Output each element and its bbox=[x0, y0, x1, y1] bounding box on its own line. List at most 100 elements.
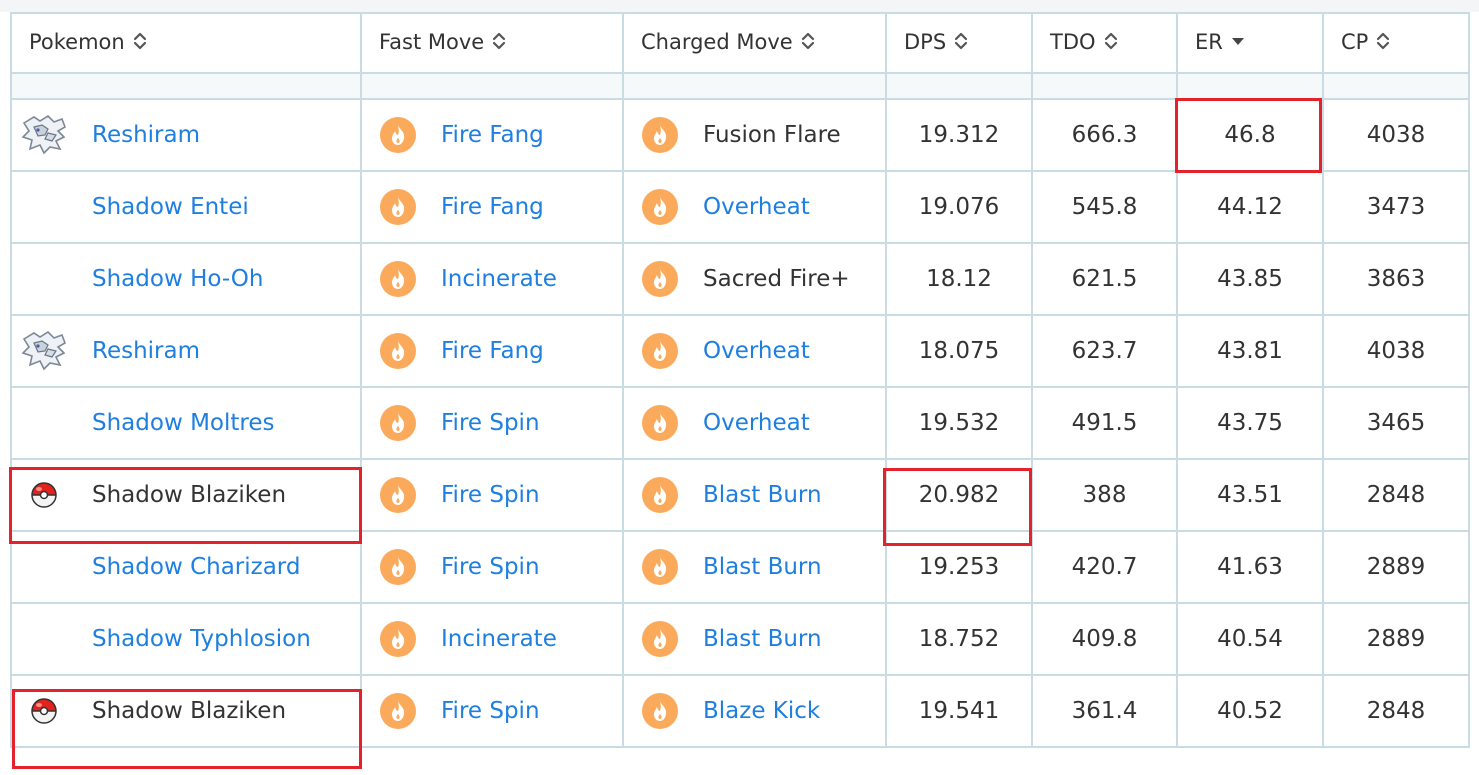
column-header-label: Charged Move bbox=[641, 30, 793, 55]
pokemon-cell: Shadow Entei bbox=[10, 170, 362, 244]
charged-move-link[interactable]: Blast Burn bbox=[703, 482, 822, 508]
tdo-value: 409.8 bbox=[1031, 602, 1178, 676]
charged-move-cell: Fusion Flare bbox=[622, 98, 887, 172]
pokemon-cell: Shadow Moltres bbox=[10, 386, 362, 460]
dps-value: 19.312 bbox=[885, 98, 1033, 172]
fast-move-link[interactable]: Fire Spin bbox=[441, 554, 540, 580]
fire-type-icon bbox=[380, 477, 416, 513]
er-value: 43.81 bbox=[1176, 314, 1324, 388]
fast-move-link[interactable]: Incinerate bbox=[441, 626, 557, 652]
column-header-er[interactable]: ER bbox=[1176, 12, 1324, 74]
fire-type-icon bbox=[642, 549, 678, 585]
pokemon-cell: Reshiram bbox=[10, 314, 362, 388]
charged-move-cell: Blaze Kick bbox=[622, 674, 887, 748]
fire-type-icon bbox=[642, 621, 678, 657]
dps-value: 18.12 bbox=[885, 242, 1033, 316]
fire-type-icon bbox=[642, 477, 678, 513]
charged-move-link[interactable]: Overheat bbox=[703, 410, 810, 436]
charged-move-link[interactable]: Blaze Kick bbox=[703, 698, 820, 724]
sort-icon[interactable] bbox=[954, 31, 968, 56]
sort-icon[interactable] bbox=[1104, 31, 1118, 56]
pokemon-cell: Reshiram bbox=[10, 98, 362, 172]
charged-move-cell: Overheat bbox=[622, 170, 887, 244]
tdo-value: 666.3 bbox=[1031, 98, 1178, 172]
column-header-charged-move[interactable]: Charged Move bbox=[622, 12, 887, 74]
fast-move-cell: Fire Spin bbox=[360, 530, 624, 604]
fast-move-cell: Fire Fang bbox=[360, 314, 624, 388]
pokemon-name: Shadow Blaziken bbox=[92, 698, 287, 724]
fast-move-link[interactable]: Incinerate bbox=[441, 266, 557, 292]
tdo-value: 491.5 bbox=[1031, 386, 1178, 460]
column-header-label: TDO bbox=[1050, 30, 1096, 55]
pokeball-icon bbox=[13, 677, 76, 745]
charged-move-link[interactable]: Overheat bbox=[703, 194, 810, 220]
filter-row bbox=[10, 72, 1470, 100]
sort-icon[interactable] bbox=[801, 31, 815, 56]
pokemon-link[interactable]: Reshiram bbox=[92, 338, 200, 364]
fast-move-link[interactable]: Fire Fang bbox=[441, 338, 544, 364]
fire-type-icon bbox=[380, 189, 416, 225]
reshiram-sprite-icon bbox=[13, 317, 76, 385]
table-row: Shadow Blaziken Fire Spin Blast Burn 20.982… bbox=[10, 458, 1470, 532]
cp-value: 2848 bbox=[1322, 458, 1470, 532]
pokeball-icon bbox=[13, 461, 76, 529]
column-header-cp[interactable]: CP bbox=[1322, 12, 1470, 74]
pokemon-link[interactable]: Shadow Moltres bbox=[92, 410, 274, 436]
pokemon-icon-placeholder bbox=[13, 173, 76, 241]
pokemon-link[interactable]: Shadow Typhlosion bbox=[92, 626, 311, 652]
table-header: Pokemon Fast Move Charged Move DPS TDO ER CP bbox=[10, 12, 1470, 74]
pokemon-cell: Shadow Blaziken bbox=[10, 458, 362, 532]
ranking-table: Pokemon Fast Move Charged Move DPS TDO ER CP R… bbox=[10, 12, 1470, 748]
charged-move-name: Fusion Flare bbox=[703, 122, 841, 148]
dps-value: 19.532 bbox=[885, 386, 1033, 460]
charged-move-cell: Blast Burn bbox=[622, 530, 887, 604]
tdo-value: 623.7 bbox=[1031, 314, 1178, 388]
er-value: 44.12 bbox=[1176, 170, 1324, 244]
fire-type-icon bbox=[642, 693, 678, 729]
cp-value: 4038 bbox=[1322, 314, 1470, 388]
fire-type-icon bbox=[642, 405, 678, 441]
sort-descending-icon[interactable] bbox=[1231, 31, 1245, 56]
pokemon-icon-placeholder bbox=[13, 389, 76, 457]
dps-value: 19.253 bbox=[885, 530, 1033, 604]
fast-move-cell: Fire Fang bbox=[360, 98, 624, 172]
charged-move-link[interactable]: Blast Burn bbox=[703, 554, 822, 580]
column-header-tdo[interactable]: TDO bbox=[1031, 12, 1178, 74]
table-body: Reshiram Fire Fang Fusion Flare 19.312 666.3… bbox=[10, 72, 1470, 748]
fast-move-link[interactable]: Fire Spin bbox=[441, 698, 540, 724]
tdo-value: 388 bbox=[1031, 458, 1178, 532]
tdo-value: 621.5 bbox=[1031, 242, 1178, 316]
column-header-label: Fast Move bbox=[379, 30, 485, 55]
fast-move-link[interactable]: Fire Fang bbox=[441, 194, 544, 220]
fire-type-icon bbox=[642, 333, 678, 369]
fast-move-link[interactable]: Fire Spin bbox=[441, 482, 540, 508]
fast-move-link[interactable]: Fire Spin bbox=[441, 410, 540, 436]
sort-icon[interactable] bbox=[1376, 31, 1390, 56]
dps-value: 18.075 bbox=[885, 314, 1033, 388]
pokemon-cell: Shadow Charizard bbox=[10, 530, 362, 604]
fast-move-link[interactable]: Fire Fang bbox=[441, 122, 544, 148]
pokemon-link[interactable]: Shadow Ho-Oh bbox=[92, 266, 263, 292]
er-value: 43.85 bbox=[1176, 242, 1324, 316]
reshiram-sprite-icon bbox=[13, 101, 76, 169]
charged-move-link[interactable]: Blast Burn bbox=[703, 626, 822, 652]
er-value: 40.54 bbox=[1176, 602, 1324, 676]
fire-type-icon bbox=[380, 333, 416, 369]
charged-move-cell: Blast Burn bbox=[622, 602, 887, 676]
pokemon-link[interactable]: Reshiram bbox=[92, 122, 200, 148]
charged-move-cell: Overheat bbox=[622, 314, 887, 388]
column-header-label: DPS bbox=[904, 30, 947, 55]
pokemon-cell: Shadow Typhlosion bbox=[10, 602, 362, 676]
pokemon-link[interactable]: Shadow Entei bbox=[92, 194, 249, 220]
charged-move-link[interactable]: Overheat bbox=[703, 338, 810, 364]
column-header-fast-move[interactable]: Fast Move bbox=[360, 12, 624, 74]
column-header-dps[interactable]: DPS bbox=[885, 12, 1033, 74]
column-header-pokemon[interactable]: Pokemon bbox=[10, 12, 362, 74]
table-row: Shadow Moltres Fire Spin Overheat 19.532 491… bbox=[10, 386, 1470, 460]
sort-icon[interactable] bbox=[492, 31, 506, 56]
page-top-band bbox=[0, 0, 1479, 12]
charged-move-cell: Sacred Fire+ bbox=[622, 242, 887, 316]
sort-icon[interactable] bbox=[133, 31, 147, 56]
pokemon-link[interactable]: Shadow Charizard bbox=[92, 554, 300, 580]
fast-move-cell: Fire Spin bbox=[360, 674, 624, 748]
